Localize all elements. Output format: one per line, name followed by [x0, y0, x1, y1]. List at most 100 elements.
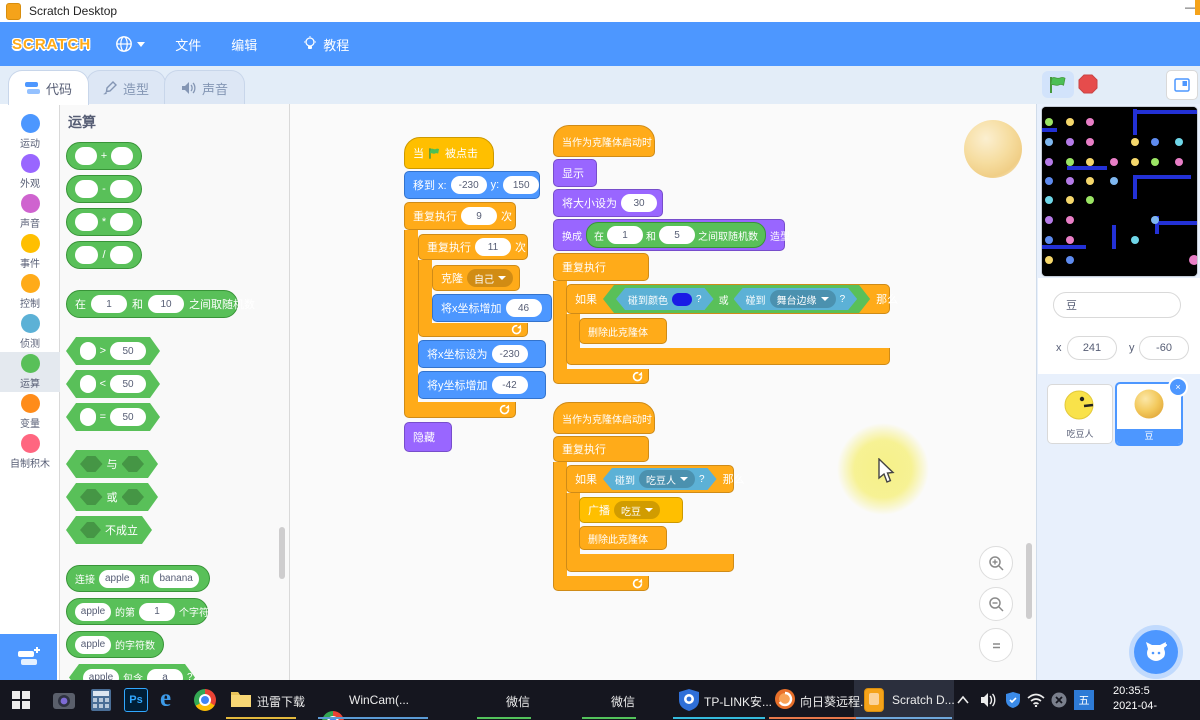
touching-target-dropdown[interactable]: 吃豆人 [639, 470, 695, 488]
value-slot[interactable]: banana [153, 570, 198, 588]
language-menu[interactable] [115, 35, 145, 53]
menu-edit[interactable]: 编辑 [231, 35, 257, 54]
palette-block-not[interactable]: 不成立 [66, 516, 152, 544]
block-delete-clone-1[interactable]: 删除此克隆体 [579, 318, 667, 344]
block-if-1[interactable]: 如果 碰到颜色? 或 碰到舞台边缘? 那么 [566, 284, 890, 314]
sidebar-item-sound[interactable]: 声音 [0, 192, 60, 232]
value-slot[interactable]: -230 [451, 176, 487, 194]
folder-icon[interactable] [230, 689, 252, 709]
value-slot[interactable]: 1 [91, 295, 127, 313]
canvas-scrollbar[interactable] [1026, 543, 1032, 619]
sprite-card-bean[interactable]: 豆 × [1115, 382, 1183, 446]
sidebar-item-events[interactable]: 事件 [0, 232, 60, 272]
value-slot[interactable]: 150 [503, 176, 539, 194]
sidebar-item-motion[interactable]: 运动 [0, 112, 60, 152]
menu-file[interactable]: 文件 [175, 35, 201, 54]
value-slot[interactable]: 50 [110, 342, 146, 360]
palette-block-add[interactable]: + [66, 142, 142, 170]
operand-slot[interactable] [110, 246, 133, 264]
color-swatch[interactable] [672, 293, 692, 306]
random-reporter[interactable]: 在1和5之间取随机数 [586, 222, 766, 248]
block-touching-color[interactable]: 碰到颜色? [616, 288, 714, 310]
block-goto-xy[interactable]: 移到 x:-230y:150 [404, 171, 540, 199]
tplink-app-icon[interactable] [678, 688, 700, 712]
operand-slot[interactable] [111, 147, 133, 165]
value-slot[interactable]: 9 [461, 207, 497, 225]
operand-slot[interactable] [80, 375, 96, 393]
palette-block-letter-of[interactable]: apple的第1个字符 [66, 598, 208, 625]
block-set-x[interactable]: 将x坐标设为-230 [418, 340, 546, 368]
sidebar-item-myblocks[interactable]: 自制积木 [0, 432, 60, 472]
y-position-input[interactable]: -60 [1139, 336, 1189, 360]
block-when-flag-clicked[interactable]: 当被点击 [404, 137, 494, 169]
block-switch-costume[interactable]: 换成在1和5之间取随机数造型 [553, 219, 785, 251]
value-slot[interactable]: 1 [139, 603, 175, 621]
volume-icon[interactable] [980, 692, 998, 708]
edge-app-icon[interactable]: e [160, 685, 186, 713]
add-sprite-button[interactable] [1134, 630, 1178, 674]
operand-slot[interactable] [80, 342, 96, 360]
palette-block-multiply[interactable]: * [66, 208, 142, 236]
block-if-2[interactable]: 如果 碰到吃豆人? 那么 [566, 465, 734, 493]
taskbar-item-scratch[interactable]: Scratch D... [892, 693, 955, 707]
sprite-card-pacman[interactable]: 吃豆人 [1047, 384, 1113, 444]
operand-slot[interactable] [75, 246, 98, 264]
operand-slot[interactable] [75, 147, 97, 165]
block-repeat-9[interactable]: 重复执行9次 [404, 202, 516, 230]
block-when-clone-start-1[interactable]: 当作为克隆体启动时 [553, 125, 655, 157]
block-change-y[interactable]: 将y坐标增加-42 [418, 371, 546, 399]
x-position-input[interactable]: 241 [1067, 336, 1117, 360]
zoom-out-button[interactable] [979, 587, 1013, 621]
close-icon[interactable]: × [1168, 377, 1188, 397]
operand-slot[interactable] [80, 408, 96, 426]
operand-slot[interactable] [75, 180, 98, 198]
value-slot[interactable]: 10 [148, 295, 184, 313]
block-set-size[interactable]: 将大小设为30 [553, 189, 663, 217]
camera-app-icon[interactable] [52, 689, 76, 711]
block-broadcast[interactable]: 广播吃豆 [579, 497, 683, 523]
broadcast-message-dropdown[interactable]: 吃豆 [614, 501, 660, 519]
block-show[interactable]: 显示 [553, 159, 597, 187]
palette-block-gt[interactable]: >50 [66, 337, 160, 365]
block-touching-pacman[interactable]: 碰到吃豆人? [603, 468, 717, 490]
stage-canvas[interactable] [1042, 107, 1197, 276]
value-slot[interactable]: apple [99, 570, 135, 588]
sidebar-item-looks[interactable]: 外观 [0, 152, 60, 192]
palette-block-and[interactable]: 与 [66, 450, 158, 478]
photoshop-app-icon[interactable]: Ps [124, 688, 148, 712]
windows-start-icon[interactable] [12, 691, 30, 709]
value-slot[interactable]: 5 [659, 226, 695, 244]
value-slot[interactable]: 30 [621, 194, 657, 212]
green-flag-button[interactable] [1042, 71, 1074, 98]
tray-close-icon[interactable] [1051, 692, 1067, 708]
tab-sounds[interactable]: 声音 [164, 70, 245, 105]
touching-target-dropdown[interactable]: 舞台边缘 [770, 290, 836, 308]
stop-button[interactable] [1078, 74, 1098, 94]
tab-costumes[interactable]: 造型 [86, 70, 166, 105]
palette-block-divide[interactable]: / [66, 241, 142, 269]
scratch-desktop-app-icon[interactable] [864, 688, 884, 712]
value-slot[interactable]: apple [83, 669, 119, 681]
sidebar-item-control[interactable]: 控制 [0, 272, 60, 312]
security-shield-icon[interactable] [1005, 691, 1021, 709]
palette-block-contains[interactable]: apple包含a? [69, 664, 195, 680]
block-or[interactable]: 碰到颜色? 或 碰到舞台边缘? [603, 285, 870, 313]
value-slot[interactable]: apple [75, 636, 111, 654]
value-slot[interactable]: a [147, 669, 183, 681]
palette-scrollbar[interactable] [279, 527, 285, 579]
taskbar-item-wechat-1[interactable]: 微信 [506, 693, 530, 710]
zoom-in-button[interactable] [979, 546, 1013, 580]
block-when-clone-start-2[interactable]: 当作为克隆体启动时 [553, 402, 655, 434]
block-touching-edge[interactable]: 碰到舞台边缘? [734, 288, 858, 310]
value-slot[interactable]: apple [75, 603, 111, 621]
tab-code[interactable]: 代码 [8, 70, 89, 105]
boolean-slot[interactable] [80, 489, 103, 505]
boolean-slot[interactable] [122, 456, 145, 472]
value-slot[interactable]: -42 [492, 376, 528, 394]
zoom-reset-button[interactable] [979, 628, 1013, 662]
block-repeat-11[interactable]: 重复执行11次 [418, 234, 528, 260]
taskbar-item-wechat-2[interactable]: 微信 [611, 693, 635, 710]
block-forever-2[interactable]: 重复执行 [553, 436, 649, 462]
value-slot[interactable]: 50 [110, 408, 146, 426]
palette-block-random[interactable]: 在1和10之间取随机数 [66, 290, 238, 318]
